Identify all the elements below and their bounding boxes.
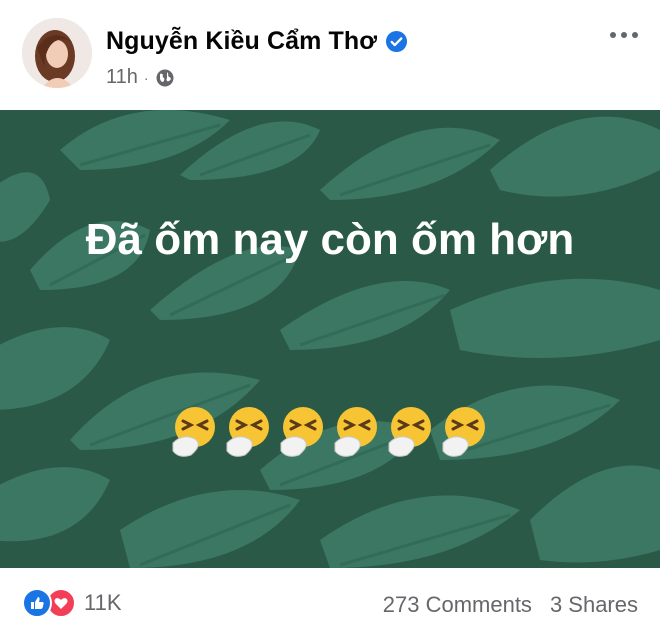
emoji-row: [0, 403, 660, 459]
more-dot: [610, 32, 616, 38]
more-dot: [621, 32, 627, 38]
sneezing-face-emoji: [280, 407, 323, 457]
like-reaction-icon: [22, 588, 52, 618]
meta-separator: ·: [143, 69, 149, 86]
sneezing-face-emoji: [442, 407, 485, 457]
author-row: Nguyễn Kiều Cẩm Thơ: [106, 27, 408, 56]
sneezing-face-emoji: [172, 407, 215, 457]
more-options-icon[interactable]: [610, 30, 638, 40]
verified-badge-icon: [386, 30, 408, 53]
comments-count-link[interactable]: 273 Comments: [383, 592, 532, 618]
shares-count-link[interactable]: 3 Shares: [550, 592, 638, 618]
reaction-count: 11K: [84, 590, 122, 615]
sneezing-face-emoji: [388, 407, 431, 457]
sneezing-face-emoji: [226, 407, 269, 457]
post-background[interactable]: Đã ốm nay còn ốm hơn: [0, 110, 660, 568]
author-name[interactable]: Nguyễn Kiều Cẩm Thơ: [106, 27, 377, 56]
post-footer: 11K 273 Comments 3 Shares: [0, 568, 660, 628]
engagement-stats: 273 Comments 3 Shares: [383, 592, 638, 618]
post-meta: 11h ·: [106, 66, 175, 89]
post-text: Đã ốm nay còn ốm hơn: [85, 215, 575, 264]
reactions-summary[interactable]: 11K: [22, 588, 122, 618]
globe-icon[interactable]: [155, 68, 175, 88]
avatar-photo: [22, 18, 92, 88]
more-dot: [632, 32, 638, 38]
sneezing-face-emoji: [334, 407, 377, 457]
post-header: Nguyễn Kiều Cẩm Thơ 11h ·: [0, 0, 660, 110]
leaf-pattern: [0, 110, 660, 568]
author-avatar[interactable]: [22, 18, 92, 88]
post-time[interactable]: 11h: [106, 66, 138, 89]
